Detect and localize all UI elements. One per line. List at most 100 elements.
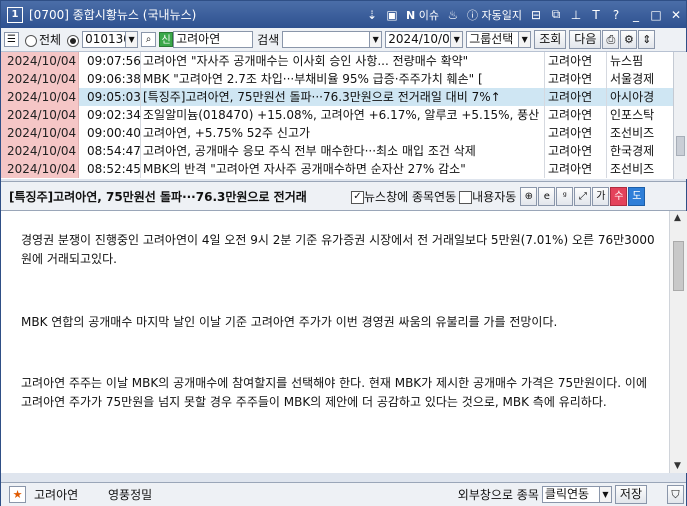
auto-content-checkbox[interactable] — [459, 190, 473, 204]
search-icon[interactable]: ⌕ — [141, 32, 157, 47]
news-source: 한국경제 — [610, 144, 655, 158]
news-date: 2024/10/04 — [1, 142, 79, 160]
browser-icon[interactable]: e — [538, 186, 556, 206]
radio-all[interactable] — [25, 34, 37, 47]
news-title[interactable]: [특징주]고려아연, 75만원선 돌파···76.3만원으로 전거래일 대비 7… — [141, 88, 545, 106]
minimize-icon[interactable]: _ — [630, 8, 642, 22]
filter-icon[interactable]: ⛉ — [667, 485, 684, 504]
new-stock-badge: 신 — [159, 32, 174, 47]
window-title: [0700] 종합시황뉴스 (국내뉴스) — [29, 8, 197, 22]
maximize-icon[interactable]: □ — [650, 8, 662, 22]
auto-scroll-button[interactable]: ⓘ 자동일지 — [467, 7, 522, 23]
news-source: 조선비즈 — [610, 162, 655, 176]
news-stock: 고려아연 — [545, 106, 607, 124]
search-label: 검색 — [257, 33, 280, 47]
collapse-icon[interactable]: ⇕ — [638, 30, 656, 49]
news-stock: 고려아연 — [545, 88, 607, 106]
window-number: 1 — [7, 6, 23, 23]
sell-button[interactable]: 도 — [628, 186, 646, 206]
status-stock-info: 영풍정밀 — [108, 488, 153, 502]
tag-icon[interactable]: ♨ — [447, 8, 459, 22]
radio-stock[interactable] — [67, 34, 80, 47]
query-button[interactable]: 조회 — [534, 30, 567, 49]
news-time: 08:54:47 — [79, 142, 141, 160]
close-icon[interactable]: ✕ — [670, 8, 682, 22]
outer-window-label: 외부창으로 종목 — [457, 488, 539, 502]
scroll-up-icon[interactable]: ▲ — [674, 213, 681, 223]
fit-icon[interactable]: ⤢ — [574, 186, 592, 206]
table-row[interactable]: 2024/10/04 09:06:38 MBK "고려아연 2.7조 차입···… — [1, 70, 673, 88]
news-date: 2024/10/04 — [1, 124, 79, 142]
help-icon[interactable]: ? — [610, 8, 622, 22]
issue-button[interactable]: N 이슈 — [406, 7, 439, 23]
news-source: 서울경제 — [610, 72, 655, 86]
news-title[interactable]: 고려아연, 공개매수 응모 주식 전부 매수한다···최소 매입 조건 삭제 — [141, 142, 545, 160]
link-icon[interactable]: ⊟ — [530, 8, 542, 22]
news-date: 2024/10/04 — [1, 52, 79, 70]
article-paragraph: 고려아연 주주는 이날 MBK의 공개매수에 참여할지를 선택해야 한다. 현재… — [21, 376, 648, 409]
auto-content-label: 내용자동 — [472, 189, 517, 204]
table-row[interactable]: 2024/10/04 09:07:56 고려아연 "자사주 공개매수는 이사회 … — [1, 52, 673, 70]
news-title[interactable]: 고려아연, +5.75% 52주 신고가 — [141, 124, 545, 142]
stock-link-label: 뉴스창에 종목연동 — [364, 189, 457, 204]
news-stock: 고려아연 — [545, 70, 607, 88]
font-size-icon[interactable]: ᵍ — [556, 186, 574, 206]
news-title[interactable]: MBK "고려아연 2.7조 차입···부채비율 95% 급증·주주가치 훼손"… — [141, 70, 545, 88]
chevron-down-icon[interactable]: ▼ — [519, 31, 532, 48]
date-input[interactable]: 2024/10/04 — [385, 31, 452, 48]
calendar-dropdown-icon[interactable]: ▼ — [451, 31, 464, 48]
table-row[interactable]: 2024/10/04 08:54:47 고려아연, 공개매수 응모 주식 전부 … — [1, 142, 673, 160]
news-date: 2024/10/04 — [1, 160, 79, 178]
article-paragraph: MBK 연합의 공개매수 마지막 날인 이날 기준 고려아연 주가가 이번 경영… — [21, 315, 558, 329]
news-title[interactable]: 고려아연 "자사주 공개매수는 이사회 승인 사항... 전량매수 확약" — [141, 52, 545, 70]
scrollbar-thumb[interactable] — [676, 136, 685, 156]
table-row[interactable]: 2024/10/04 09:00:40 고려아연, +5.75% 52주 신고가… — [1, 124, 673, 142]
news-stock: 고려아연 — [545, 124, 607, 142]
pin-icon[interactable]: ⇣ — [366, 8, 378, 22]
title-bar: 1 [0700] 종합시황뉴스 (국내뉴스) ⇣ ▣ N 이슈 ♨ ⓘ 자동일지… — [1, 1, 686, 28]
star-icon[interactable]: ★ — [9, 486, 26, 503]
chevron-down-icon[interactable]: ▼ — [126, 31, 139, 48]
zoom-icon[interactable]: ⊕ — [520, 186, 538, 206]
table-row-selected[interactable]: 2024/10/04 09:05:03 [특징주]고려아연, 75만원선 돌파·… — [1, 88, 673, 106]
scrollbar-thumb[interactable] — [673, 241, 684, 291]
news-time: 09:05:03 — [79, 88, 141, 106]
news-title[interactable]: 조일알미늄(018470) +15.08%, 고려아연 +6.17%, 알루코 … — [141, 106, 545, 124]
article-title: [특징주]고려아연, 75만원선 돌파···76.3만원으로 전거래 — [9, 189, 307, 204]
pin-top-icon[interactable]: ⊥ — [570, 8, 582, 22]
copy-icon[interactable]: ⧉ — [550, 7, 562, 22]
save-button[interactable]: 저장 — [614, 485, 647, 504]
stock-name-field[interactable]: 고려아연 — [173, 31, 254, 48]
scroll-down-icon[interactable]: ▼ — [674, 461, 681, 471]
news-time: 09:06:38 — [79, 70, 141, 88]
article-body: 경영권 분쟁이 진행중인 고려아연이 4일 오전 9시 2분 기준 유가증권 시… — [1, 211, 669, 473]
news-window: 1 [0700] 종합시황뉴스 (국내뉴스) ⇣ ▣ N 이슈 ♨ ⓘ 자동일지… — [0, 0, 687, 506]
list-icon[interactable]: ☰ — [4, 32, 19, 47]
news-source: 아시아경 — [607, 88, 673, 106]
news-date: 2024/10/04 — [1, 106, 79, 124]
article-scrollbar[interactable]: ▲ ▼ — [669, 211, 687, 473]
news-list: 2024/10/04 09:07:56 고려아연 "자사주 공개매수는 이사회 … — [1, 52, 673, 179]
stock-link-checkbox[interactable]: ✓ — [351, 190, 364, 204]
chevron-down-icon[interactable]: ▼ — [370, 31, 383, 48]
font-icon[interactable]: T — [590, 8, 602, 22]
memo-icon[interactable]: ▣ — [386, 8, 398, 22]
buy-button[interactable]: 수 — [610, 186, 628, 206]
news-source: 뉴스핌 — [610, 54, 644, 68]
news-title[interactable]: MBK의 반격 "고려아연 자사주 공개매수하면 순자산 27% 감소" — [141, 160, 545, 178]
keyword-input[interactable] — [282, 31, 371, 48]
news-list-scrollbar[interactable] — [673, 52, 687, 179]
news-time: 09:00:40 — [79, 124, 141, 142]
status-stock-name: 고려아연 — [34, 488, 79, 502]
group-select[interactable]: 그룹선택 — [466, 31, 520, 48]
news-time: 09:02:34 — [79, 106, 141, 124]
gear-icon[interactable]: ⚙ — [620, 30, 638, 49]
font-plus-button[interactable]: 가 — [592, 186, 610, 206]
table-row[interactable]: 2024/10/04 08:52:45 MBK의 반격 "고려아연 자사주 공개… — [1, 160, 673, 178]
link-mode-select[interactable]: 클릭연동 — [541, 486, 600, 503]
print-icon[interactable]: ⎙ — [602, 30, 620, 49]
stock-code-input[interactable]: 010130 — [82, 31, 127, 48]
next-button[interactable]: 다음 — [569, 30, 602, 49]
chevron-down-icon[interactable]: ▼ — [599, 486, 612, 503]
table-row[interactable]: 2024/10/04 09:02:34 조일알미늄(018470) +15.08… — [1, 106, 673, 124]
